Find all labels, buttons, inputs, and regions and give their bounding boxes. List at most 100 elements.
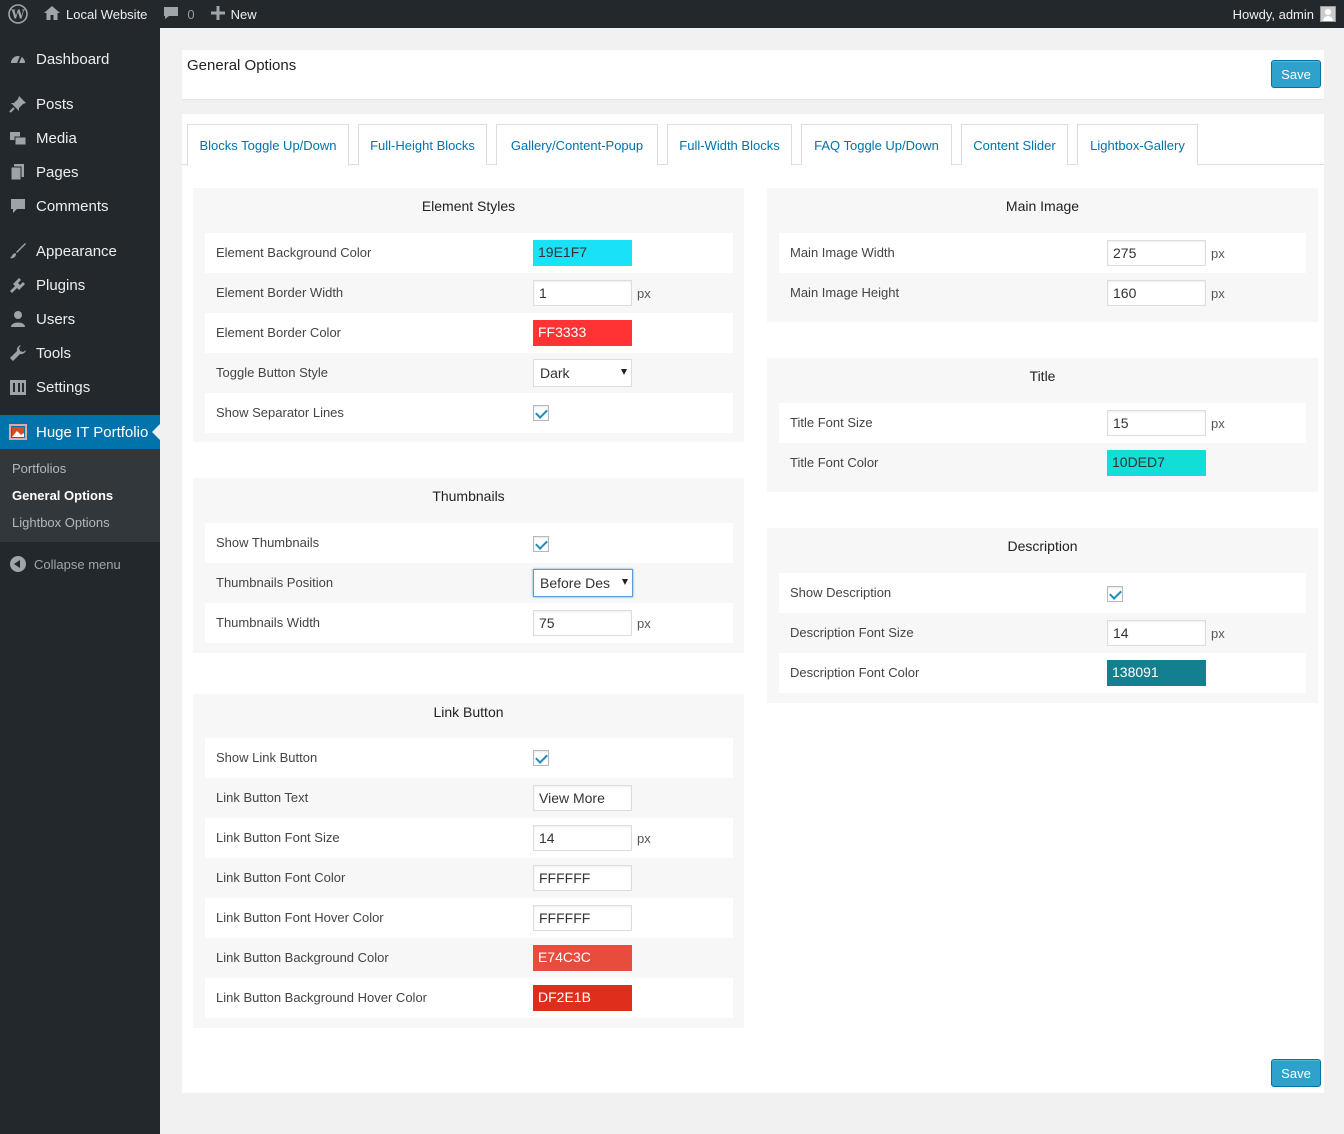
- main-image-title: Main Image: [1005, 198, 1080, 214]
- px-unit: px: [1211, 246, 1225, 261]
- link-button-bg-color-input[interactable]: E74C3C: [533, 945, 632, 971]
- element-border-color-row: Element Border Color FF3333: [205, 313, 733, 353]
- thumbnails-width-row: Thumbnails Width 75 px: [205, 603, 733, 643]
- sidebar-item-label: Huge IT Portfolio: [36, 423, 149, 441]
- pages-icon: [8, 162, 28, 182]
- submenu-item-portfolios[interactable]: Portfolios: [0, 455, 160, 482]
- px-unit: px: [637, 831, 651, 846]
- main-image-height-input[interactable]: 160: [1107, 280, 1206, 306]
- show-description-label: Show Description: [790, 585, 892, 600]
- show-separator-checkbox[interactable]: [533, 405, 549, 421]
- show-thumbnails-label: Show Thumbnails: [216, 535, 320, 550]
- description-font-size-input[interactable]: 14: [1107, 620, 1206, 646]
- thumbnails-position-value: Before Des: [540, 575, 611, 591]
- user-icon: [8, 309, 28, 329]
- sidebar-item-appearance[interactable]: Appearance: [0, 234, 160, 268]
- link-button-hover-color-input[interactable]: FFFFFF: [533, 905, 632, 931]
- link-button-bg-hover-row: Link Button Background Hover Color DF2E1…: [205, 978, 733, 1018]
- tab-full-width-blocks[interactable]: Full-Width Blocks: [667, 124, 792, 165]
- submenu-item-general-options[interactable]: General Options: [0, 482, 160, 509]
- description-font-color-row: Description Font Color 138091: [779, 653, 1306, 693]
- tab-blocks-toggle[interactable]: Blocks Toggle Up/Down: [187, 124, 349, 166]
- element-border-width-input[interactable]: 1: [533, 280, 632, 306]
- sidebar-item-huge-it-portfolio[interactable]: Huge IT Portfolio: [0, 415, 160, 449]
- main-image-height-row: Main Image Height 160 px: [779, 273, 1306, 313]
- tab-full-height-blocks[interactable]: Full-Height Blocks: [358, 124, 487, 165]
- main-image-height-label: Main Image Height: [790, 285, 900, 300]
- sidebar-item-settings[interactable]: Settings: [0, 370, 160, 404]
- description-font-color-input[interactable]: 138091: [1107, 660, 1206, 686]
- link-button-font-color-input[interactable]: FFFFFF: [533, 865, 632, 891]
- sidebar-item-label: Dashboard: [36, 50, 110, 68]
- show-separator-label: Show Separator Lines: [216, 405, 344, 420]
- show-link-button-checkbox[interactable]: [533, 750, 549, 766]
- element-bg-color-input[interactable]: 19E1F7: [533, 240, 632, 266]
- link-button-bg-hover-input[interactable]: DF2E1B: [533, 985, 632, 1011]
- tab-gallery-content-popup[interactable]: Gallery/Content-Popup: [496, 124, 658, 165]
- sidebar-item-comments[interactable]: Comments: [0, 189, 160, 223]
- dropdown-arrow-icon: [621, 369, 627, 375]
- thumbnails-position-row: Thumbnails Position Before Des: [205, 563, 733, 603]
- save-button-bottom[interactable]: Save: [1271, 1059, 1321, 1087]
- element-border-color-label: Element Border Color: [216, 325, 341, 340]
- collapse-menu-button[interactable]: Collapse menu: [0, 542, 160, 572]
- site-name: Local Website: [66, 6, 148, 22]
- tab-content-slider[interactable]: Content Slider: [961, 124, 1068, 165]
- toggle-style-value: Dark: [540, 365, 570, 381]
- link-button-bg-color-row: Link Button Background Color E74C3C: [205, 938, 733, 978]
- link-button-font-size-input[interactable]: 14: [533, 825, 632, 851]
- title-font-size-input[interactable]: 15: [1107, 410, 1206, 436]
- title-font-color-label: Title Font Color: [790, 455, 879, 470]
- main-image-width-input[interactable]: 275: [1107, 240, 1206, 266]
- thumbnails-position-select[interactable]: Before Des: [533, 569, 633, 597]
- comments-link[interactable]: 0: [155, 0, 202, 28]
- description-title: Description: [1007, 538, 1078, 554]
- sidebar-item-pages[interactable]: Pages: [0, 155, 160, 189]
- link-button-text-input[interactable]: View More: [533, 785, 632, 811]
- options-panel: Blocks Toggle Up/Down Full-Height Blocks…: [182, 114, 1324, 1093]
- pin-icon: [8, 94, 28, 114]
- sidebar-item-plugins[interactable]: Plugins: [0, 268, 160, 302]
- sidebar-item-users[interactable]: Users: [0, 302, 160, 336]
- title-panel: Title Title Font Size 15 px Title Font C…: [767, 358, 1318, 492]
- sidebar-item-label: Tools: [36, 344, 72, 362]
- sidebar-item-label: Pages: [36, 163, 79, 181]
- element-bg-color-row: Element Background Color 19E1F7: [205, 233, 733, 273]
- sidebar-item-posts[interactable]: Posts: [0, 87, 160, 121]
- sidebar-item-tools[interactable]: Tools: [0, 336, 160, 370]
- title-font-color-input[interactable]: 10DED7: [1107, 450, 1206, 476]
- show-thumbnails-checkbox[interactable]: [533, 536, 549, 552]
- main-image-width-row: Main Image Width 275 px: [779, 233, 1306, 273]
- link-button-text-label: Link Button Text: [216, 790, 309, 805]
- sidebar-item-label: Appearance: [36, 242, 117, 260]
- description-font-color-label: Description Font Color: [790, 665, 920, 680]
- toggle-button-style-select[interactable]: Dark: [533, 359, 632, 387]
- wordpress-logo-icon[interactable]: W: [0, 0, 36, 28]
- comments-count: 0: [187, 6, 195, 22]
- view-tabs: Blocks Toggle Up/Down Full-Height Blocks…: [182, 124, 1324, 166]
- tab-faq-toggle[interactable]: FAQ Toggle Up/Down: [801, 124, 952, 165]
- sidebar-item-media[interactable]: Media: [0, 121, 160, 155]
- thumbnails-width-label: Thumbnails Width: [216, 615, 321, 630]
- tab-lightbox-gallery[interactable]: Lightbox-Gallery: [1077, 124, 1198, 165]
- site-name-link[interactable]: Local Website: [36, 0, 155, 28]
- thumbnails-width-input[interactable]: 75: [533, 610, 632, 636]
- save-button-top[interactable]: Save: [1271, 60, 1321, 88]
- px-unit: px: [1211, 626, 1225, 641]
- thumbnails-panel: Thumbnails Show Thumbnails Thumbnails Po…: [193, 478, 744, 653]
- element-border-width-label: Element Border Width: [216, 285, 344, 300]
- show-link-button-label: Show Link Button: [216, 750, 318, 765]
- options-header: General Options Save: [182, 50, 1324, 100]
- sidebar-item-dashboard[interactable]: Dashboard: [0, 42, 160, 76]
- show-description-row: Show Description: [779, 573, 1306, 613]
- show-thumbnails-row: Show Thumbnails: [205, 523, 733, 563]
- sidebar-item-label: Plugins: [36, 276, 86, 294]
- submenu-item-lightbox-options[interactable]: Lightbox Options: [0, 509, 160, 536]
- show-separator-row: Show Separator Lines: [205, 393, 733, 433]
- link-button-font-color-label: Link Button Font Color: [216, 870, 346, 885]
- element-styles-title: Element Styles: [421, 198, 516, 214]
- show-description-checkbox[interactable]: [1107, 586, 1123, 602]
- new-content-link[interactable]: New: [203, 0, 265, 28]
- element-border-color-input[interactable]: FF3333: [533, 320, 632, 346]
- account-menu[interactable]: Howdy, admin: [1225, 0, 1344, 28]
